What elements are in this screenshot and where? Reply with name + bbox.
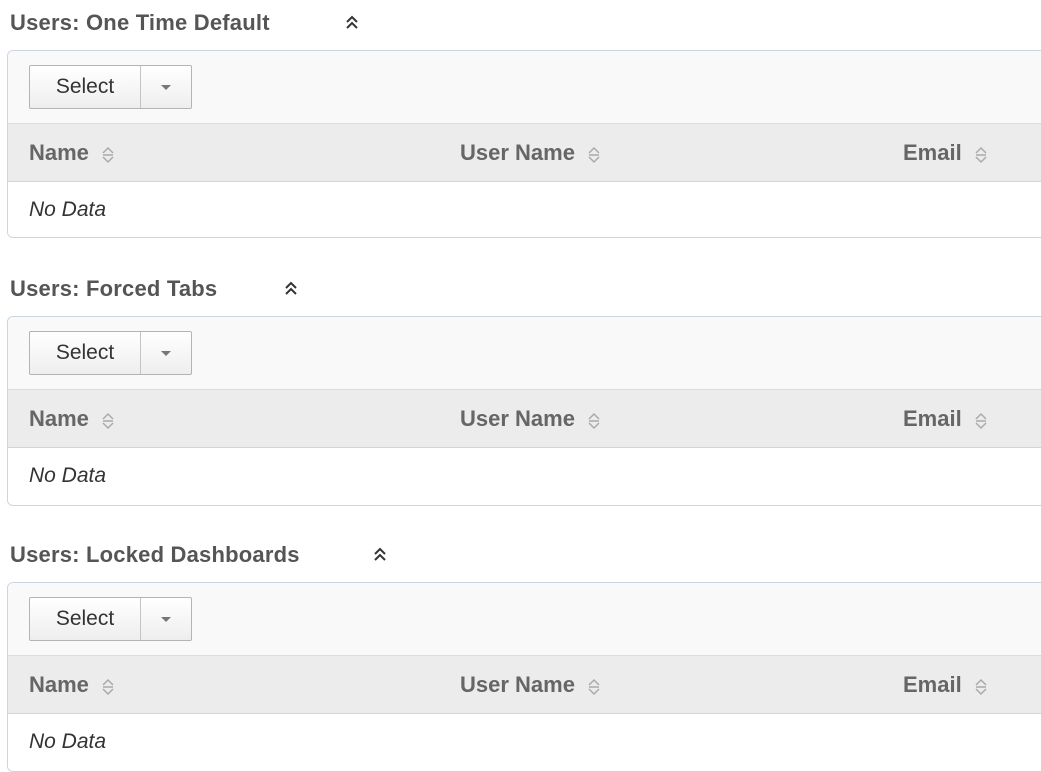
column-header-label: Name — [29, 139, 89, 165]
column-header-label: User Name — [460, 139, 575, 165]
sort-icon[interactable] — [587, 410, 601, 429]
column-header-user-name[interactable]: User Name — [460, 656, 601, 713]
column-header-label: Name — [29, 671, 89, 697]
select-dropdown-button[interactable]: Select — [29, 331, 192, 375]
table-body: No Data — [8, 182, 1041, 237]
users-grid-panel: Select Name User Name Email No Data — [7, 316, 1041, 506]
caret-down-icon[interactable] — [141, 66, 191, 108]
sort-icon[interactable] — [974, 144, 988, 163]
sort-icon[interactable] — [101, 676, 115, 695]
column-header-label: User Name — [460, 405, 575, 431]
column-header-email[interactable]: Email — [903, 390, 988, 447]
table-body: No Data — [8, 448, 1041, 504]
empty-state-text: No Data — [29, 464, 107, 487]
empty-state-text: No Data — [29, 730, 107, 753]
column-header-user-name[interactable]: User Name — [460, 390, 601, 447]
caret-down-icon[interactable] — [141, 598, 191, 640]
table-header-row: Name User Name Email — [8, 656, 1041, 714]
sort-icon[interactable] — [587, 676, 601, 695]
column-header-label: Email — [903, 405, 962, 431]
grid-toolbar: Select — [8, 51, 1041, 124]
column-header-label: User Name — [460, 671, 575, 697]
table-body: No Data — [8, 714, 1041, 770]
grid-toolbar: Select — [8, 317, 1041, 390]
column-header-label: Name — [29, 405, 89, 431]
column-header-email[interactable]: Email — [903, 656, 988, 713]
select-dropdown-button[interactable]: Select — [29, 65, 192, 109]
column-header-email[interactable]: Email — [903, 124, 988, 181]
sort-icon[interactable] — [587, 144, 601, 163]
section-title: Users: One Time Default — [10, 10, 270, 35]
users-grid-panel: Select Name User Name Email No Data — [7, 582, 1041, 772]
column-header-label: Email — [903, 139, 962, 165]
column-header-user-name[interactable]: User Name — [460, 124, 601, 181]
table-header-row: Name User Name Email — [8, 124, 1041, 182]
caret-down-icon[interactable] — [141, 332, 191, 374]
double-chevron-up-icon[interactable] — [281, 279, 301, 299]
column-header-label: Email — [903, 671, 962, 697]
section-header: Users: Locked Dashboards — [10, 540, 390, 570]
grid-toolbar: Select — [8, 583, 1041, 656]
sort-icon[interactable] — [974, 676, 988, 695]
column-header-name[interactable]: Name — [29, 124, 115, 181]
section-header: Users: Forced Tabs — [10, 274, 301, 304]
double-chevron-up-icon[interactable] — [370, 545, 390, 565]
section-header: Users: One Time Default — [10, 8, 362, 38]
section-title: Users: Locked Dashboards — [10, 542, 300, 567]
select-button-label[interactable]: Select — [30, 598, 141, 640]
users-grid-panel: Select Name User Name Email No Data — [7, 50, 1041, 238]
table-header-row: Name User Name Email — [8, 390, 1041, 448]
select-button-label[interactable]: Select — [30, 66, 141, 108]
column-header-name[interactable]: Name — [29, 390, 115, 447]
sort-icon[interactable] — [974, 410, 988, 429]
double-chevron-up-icon[interactable] — [342, 13, 362, 33]
sort-icon[interactable] — [101, 410, 115, 429]
empty-state-text: No Data — [29, 198, 107, 221]
section-title: Users: Forced Tabs — [10, 276, 218, 301]
sort-icon[interactable] — [101, 144, 115, 163]
select-dropdown-button[interactable]: Select — [29, 597, 192, 641]
column-header-name[interactable]: Name — [29, 656, 115, 713]
select-button-label[interactable]: Select — [30, 332, 141, 374]
